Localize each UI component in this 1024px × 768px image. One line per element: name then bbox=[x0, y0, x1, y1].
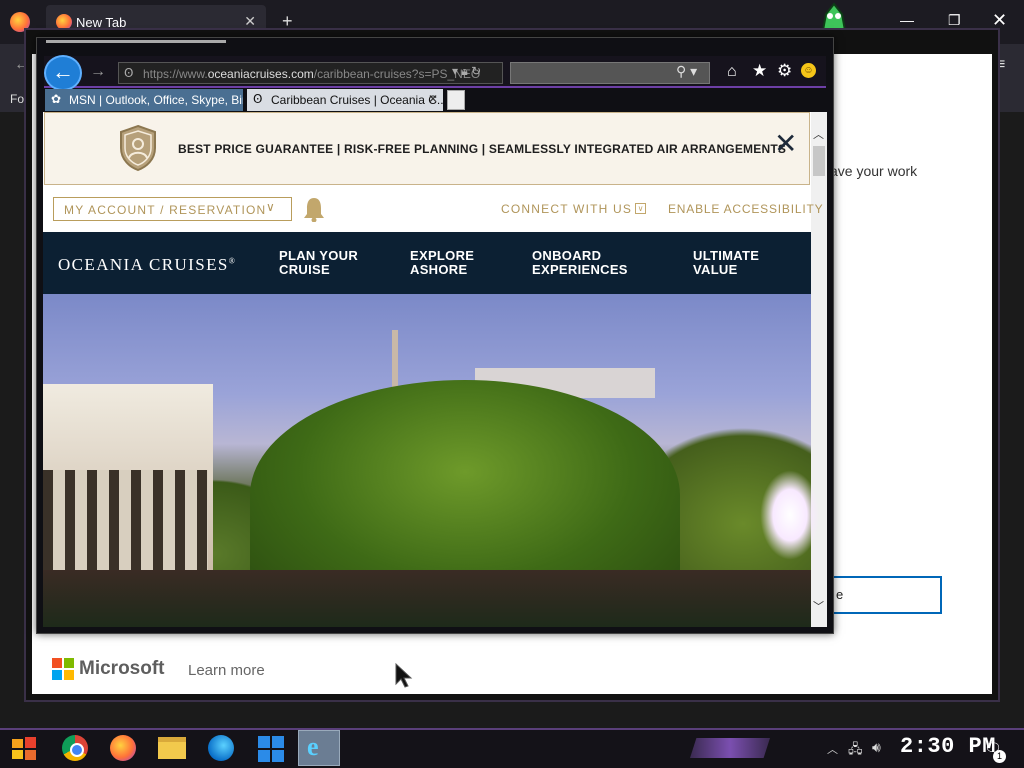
firefox-icon[interactable] bbox=[110, 735, 136, 761]
taskbar-decoration bbox=[690, 738, 770, 758]
dialog-message-text: ave your work bbox=[830, 163, 918, 179]
file-explorer-icon[interactable] bbox=[158, 737, 186, 759]
scroll-up-icon[interactable]: ︿ bbox=[813, 126, 824, 142]
nav-plan-your-cruise[interactable]: PLAN YOUR CRUISE bbox=[279, 249, 358, 277]
url-domain: oceaniacruises.com bbox=[207, 67, 314, 81]
tab-label: MSN | Outlook, Office, Skype, Bin... bbox=[69, 93, 243, 107]
nav-label-line2: CRUISE bbox=[279, 262, 330, 277]
hero-colonnade bbox=[43, 470, 208, 570]
url-controls: ▾ 🔒︎ ↻ bbox=[452, 64, 481, 79]
taskbar bbox=[0, 728, 1024, 768]
hero-tower bbox=[392, 330, 398, 390]
back-button[interactable]: ← bbox=[44, 55, 82, 91]
shield-user-icon bbox=[120, 124, 156, 172]
chrome-icon[interactable] bbox=[62, 735, 88, 761]
oceania-cruises-logo[interactable]: OCEANIA CRUISES® bbox=[58, 255, 236, 275]
microsoft-brand-text: Microsoft bbox=[79, 658, 165, 679]
favorites-star-icon[interactable]: ★ bbox=[752, 61, 767, 81]
nav-onboard-experiences[interactable]: ONBOARD EXPERIENCES bbox=[532, 249, 628, 277]
window-title-accent bbox=[46, 40, 226, 43]
tab-label: Caribbean Cruises | Oceania C... bbox=[271, 93, 443, 107]
nav-label-line2: ASHORE bbox=[410, 262, 468, 277]
learn-more-link[interactable]: Learn more bbox=[188, 662, 265, 679]
notification-count-badge: 1 bbox=[993, 750, 1006, 763]
bookmarks-toolbar-text: Fo bbox=[10, 92, 25, 106]
microsoft-logo-icon bbox=[52, 658, 74, 680]
url-prefix: https://www. bbox=[143, 67, 208, 81]
oceania-favicon: Ꙩ bbox=[253, 92, 263, 106]
nav-ultimate-value[interactable]: ULTIMATE VALUE bbox=[693, 249, 759, 277]
site-favicon-icon: Ꙩ bbox=[124, 66, 134, 80]
taskbar-clock[interactable]: 2:30 PM bbox=[900, 734, 996, 759]
enable-accessibility-link[interactable]: ENABLE ACCESSIBILITY bbox=[668, 202, 823, 216]
nav-label-line2: EXPERIENCES bbox=[532, 262, 628, 277]
minimize-button[interactable]: — bbox=[900, 12, 914, 28]
edge-icon[interactable] bbox=[208, 735, 234, 761]
hero-light-glow bbox=[760, 470, 820, 560]
my-account-dropdown[interactable]: MY ACCOUNT / RESERVATION bbox=[53, 197, 292, 221]
chevron-down-icon[interactable]: ∨ bbox=[635, 203, 646, 214]
close-tab-icon[interactable]: ✕ bbox=[428, 92, 438, 106]
new-tab-button[interactable] bbox=[447, 90, 465, 110]
nav-label-line2: VALUE bbox=[693, 262, 738, 277]
chevron-down-icon[interactable]: ∨ bbox=[266, 200, 275, 214]
windows-store-icon[interactable] bbox=[258, 736, 284, 762]
nav-explore-ashore[interactable]: EXPLORE ASHORE bbox=[410, 249, 474, 277]
scroll-down-icon[interactable]: ﹀ bbox=[813, 598, 824, 614]
home-icon[interactable]: ⌂ bbox=[727, 63, 737, 81]
lock-icon[interactable]: 🔒︎ bbox=[461, 64, 467, 78]
nav-label-line1: EXPLORE bbox=[410, 248, 475, 263]
scrollbar-thumb[interactable] bbox=[813, 146, 825, 176]
search-icon[interactable]: ⚲ ▾ bbox=[676, 63, 697, 80]
forward-icon[interactable]: → bbox=[90, 63, 106, 81]
refresh-icon[interactable]: ↻ bbox=[471, 64, 481, 78]
volume-icon[interactable]: 🔊︎ bbox=[872, 739, 881, 756]
smiley-icon[interactable]: ☺ bbox=[801, 63, 816, 78]
start-button-icon[interactable] bbox=[8, 733, 40, 763]
hero-ground bbox=[43, 570, 811, 627]
bell-icon[interactable] bbox=[303, 196, 325, 222]
tab-oceania[interactable]: Ꙩ Caribbean Cruises | Oceania C... bbox=[247, 89, 443, 111]
gear-icon[interactable]: ⚙ bbox=[777, 61, 792, 81]
mouse-cursor-icon bbox=[395, 662, 413, 688]
msn-icon: ✿ bbox=[51, 92, 62, 106]
nav-label-line1: ONBOARD bbox=[532, 248, 602, 263]
ie-icon: e bbox=[307, 732, 319, 761]
dialog-action-button[interactable]: e bbox=[826, 576, 942, 614]
logo-text: OCEANIA CRUISES bbox=[58, 255, 229, 274]
dropdown-icon[interactable]: ▾ bbox=[452, 64, 458, 78]
close-icon[interactable]: ✕ bbox=[774, 130, 797, 158]
promo-text: BEST PRICE GUARANTEE | RISK-FREE PLANNIN… bbox=[178, 142, 787, 156]
nav-label-line1: PLAN YOUR bbox=[279, 248, 359, 263]
url-input[interactable]: https://www.oceaniacruises.com/caribbean… bbox=[118, 62, 503, 84]
tab-msn[interactable]: ✿ MSN | Outlook, Office, Skype, Bin... bbox=[45, 89, 243, 111]
show-hidden-icons-chevron-icon[interactable]: ︿ bbox=[827, 741, 838, 757]
maximize-button[interactable]: ❐ bbox=[948, 12, 961, 29]
network-icon[interactable]: 🖧︎ bbox=[848, 740, 863, 762]
nav-label-line1: ULTIMATE bbox=[693, 248, 760, 263]
connect-with-us-link[interactable]: CONNECT WITH US bbox=[501, 202, 632, 216]
